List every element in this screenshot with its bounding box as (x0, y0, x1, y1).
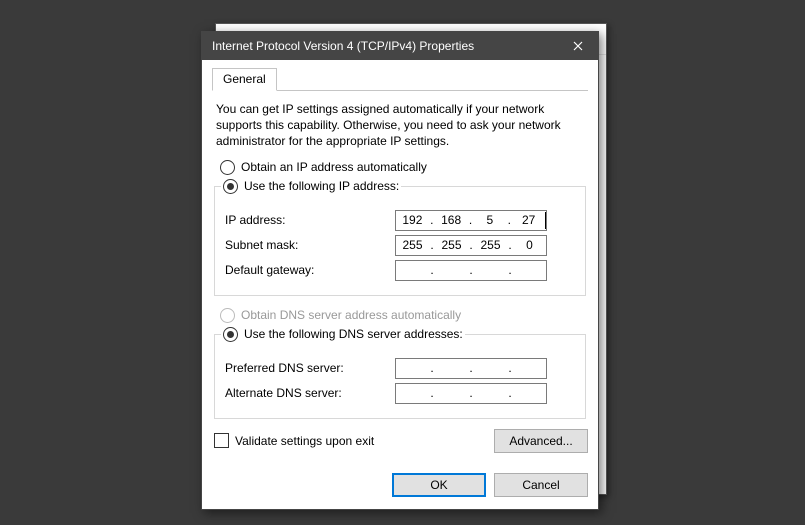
cancel-button[interactable]: Cancel (494, 473, 588, 497)
label-alternate-dns: Alternate DNS server: (225, 386, 395, 400)
close-icon[interactable] (558, 32, 598, 60)
radio-label: Use the following DNS server addresses: (244, 327, 463, 341)
alternate-dns-input[interactable]: . . . (395, 383, 547, 404)
radio-ip-manual[interactable]: Use the following IP address: (223, 177, 399, 196)
default-gateway-input[interactable]: . . . (395, 260, 547, 281)
subnet-mask-input[interactable]: 255. 255. 255. 0 (395, 235, 547, 256)
intro-text: You can get IP settings assigned automat… (212, 99, 588, 158)
radio-label: Obtain DNS server address automatically (241, 308, 461, 322)
radio-label: Use the following IP address: (244, 179, 399, 193)
dialog-footer: OK Cancel (202, 463, 598, 509)
tab-strip: General (212, 68, 588, 91)
radio-icon (220, 160, 235, 175)
advanced-button[interactable]: Advanced... (494, 429, 588, 453)
label-subnet-mask: Subnet mask: (225, 238, 395, 252)
radio-dns-auto: Obtain DNS server address automatically (212, 306, 588, 325)
validate-on-exit-checkbox[interactable]: Validate settings upon exit (212, 433, 374, 448)
radio-icon (223, 327, 238, 342)
tab-general[interactable]: General (212, 68, 277, 91)
dns-group: Use the following DNS server addresses: … (214, 325, 586, 419)
ipv4-properties-dialog: Internet Protocol Version 4 (TCP/IPv4) P… (201, 31, 599, 510)
titlebar[interactable]: Internet Protocol Version 4 (TCP/IPv4) P… (202, 32, 598, 60)
radio-icon (220, 308, 235, 323)
radio-dns-manual[interactable]: Use the following DNS server addresses: (223, 325, 463, 344)
ok-button[interactable]: OK (392, 473, 486, 497)
label-default-gateway: Default gateway: (225, 263, 395, 277)
ip-address-input[interactable]: 192. 168. 5. 27 (395, 210, 547, 231)
window-title: Internet Protocol Version 4 (TCP/IPv4) P… (212, 39, 558, 53)
checkbox-label: Validate settings upon exit (235, 434, 374, 448)
label-preferred-dns: Preferred DNS server: (225, 361, 395, 375)
label-ip-address: IP address: (225, 213, 395, 227)
checkbox-icon (214, 433, 229, 448)
radio-label: Obtain an IP address automatically (241, 160, 427, 174)
radio-ip-auto[interactable]: Obtain an IP address automatically (212, 158, 588, 177)
radio-icon (223, 179, 238, 194)
preferred-dns-input[interactable]: . . . (395, 358, 547, 379)
ip-group: Use the following IP address: IP address… (214, 177, 586, 296)
